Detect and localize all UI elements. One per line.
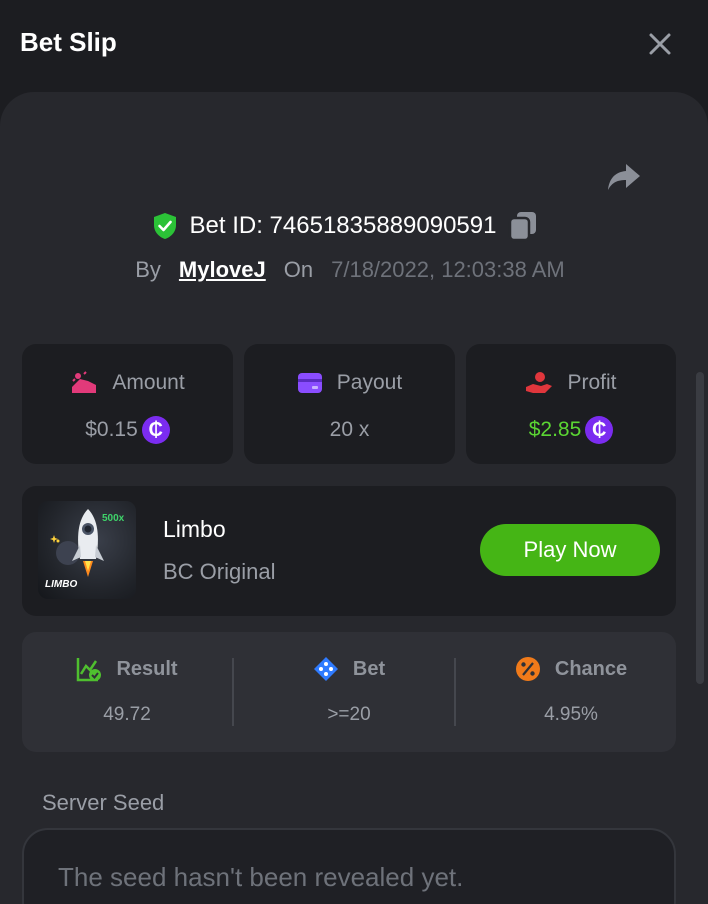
chance-label: Chance xyxy=(554,657,628,680)
percent-icon xyxy=(515,657,540,681)
bet-id-row: Bet ID: 74651835889090591 xyxy=(0,208,690,244)
server-seed-text: The seed hasn't been revealed yet. xyxy=(58,862,464,892)
game-card: 500x LIMBO Limbo BC Original Play Now xyxy=(22,486,676,616)
copy-icon[interactable] xyxy=(508,210,538,242)
amount-value: $0.15 xyxy=(85,418,138,441)
coins-hand-icon xyxy=(72,371,97,393)
game-thumbnail[interactable]: 500x LIMBO xyxy=(38,501,136,599)
result-card: Result 49.72 Bet >=20 Chance 4.95% xyxy=(22,632,676,752)
share-icon xyxy=(608,164,640,190)
close-icon xyxy=(649,33,671,55)
dice-diamond-icon xyxy=(313,657,338,681)
server-seed-field[interactable]: The seed hasn't been revealed yet. xyxy=(22,828,676,904)
server-seed-label: Server Seed xyxy=(42,790,165,815)
divider xyxy=(232,658,234,726)
payout-label: Payout xyxy=(336,371,403,394)
shield-check-icon xyxy=(153,213,176,239)
profit-card: Profit $2.85 ₵ xyxy=(466,344,676,464)
coin-icon: ₵ xyxy=(141,416,170,444)
thumb-logo: LIMBO xyxy=(45,579,78,590)
result-value: 49.72 xyxy=(103,704,151,725)
bet-meta-row: By MyloveJ On 7/18/2022, 12:03:38 AM xyxy=(0,253,700,287)
amount-label: Amount xyxy=(112,371,185,394)
thumb-multiplier: 500x xyxy=(102,513,125,524)
bet-label: Bet xyxy=(352,657,386,680)
username-link[interactable]: MyloveJ xyxy=(179,257,266,283)
divider xyxy=(454,658,456,726)
hand-money-icon xyxy=(526,372,553,393)
by-label: By xyxy=(135,257,161,282)
chance-value: 4.95% xyxy=(544,704,598,725)
on-label: On xyxy=(283,257,314,282)
game-subtitle: BC Original xyxy=(163,559,276,584)
game-name: Limbo xyxy=(163,516,226,542)
page-title: Bet Slip xyxy=(20,27,117,57)
bet-value: >=20 xyxy=(327,704,371,725)
profit-value: $2.85 xyxy=(528,418,582,441)
result-label: Result xyxy=(116,657,178,680)
chance-column: Chance 4.95% xyxy=(466,632,676,752)
play-now-button[interactable]: Play Now xyxy=(480,524,660,576)
coin-icon: ₵ xyxy=(585,416,614,444)
bet-column: Bet >=20 xyxy=(244,632,454,752)
amount-card: Amount $0.15 ₵ xyxy=(22,344,233,464)
result-column: Result 49.72 xyxy=(22,632,232,752)
share-button[interactable] xyxy=(604,160,644,196)
payout-card: Payout 20 x xyxy=(244,344,455,464)
header: Bet Slip xyxy=(0,0,708,88)
bet-id: Bet ID: 74651835889090591 xyxy=(189,212,497,239)
wallet-card-icon xyxy=(297,373,322,393)
profit-label: Profit xyxy=(567,371,617,394)
bet-date: 7/18/2022, 12:03:38 AM xyxy=(331,257,565,282)
close-button[interactable] xyxy=(640,24,680,64)
scrollbar[interactable] xyxy=(696,372,704,684)
payout-value: 20 x xyxy=(329,418,370,441)
chart-check-icon xyxy=(77,658,102,682)
